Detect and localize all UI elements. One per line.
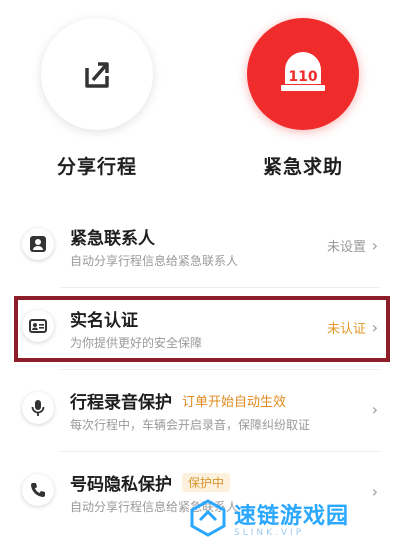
item-subtitle: 为你提供更好的安全保障: [70, 336, 203, 350]
chevron-right-icon: ›: [371, 236, 378, 255]
safety-settings-list: 紧急联系人 自动分享行程信息给紧急联系人 未设置 › 实名认证 为你提供更好的安…: [0, 206, 400, 534]
sos-110-icon: 110: [281, 52, 325, 91]
contact-icon: [22, 228, 54, 260]
chevron-right-icon: ›: [371, 400, 378, 419]
share-trip-button[interactable]: 分享行程: [32, 0, 162, 179]
item-status: 未设置: [326, 240, 366, 255]
watermark-logo-icon: [190, 499, 226, 537]
phone-icon: [22, 474, 54, 506]
title-row: 实名认证: [70, 306, 370, 331]
item-title: 紧急联系人: [70, 228, 155, 249]
top-actions: 分享行程 110 紧急求助: [0, 0, 400, 200]
item-title: 号码隐私保护: [70, 474, 172, 495]
watermark: 速链游戏园 SLINK.VIP: [188, 496, 388, 540]
item-subtitle: 自动分享行程信息给紧急联系人: [70, 254, 239, 268]
title-row: 行程录音保护 订单开始自动生效: [70, 388, 370, 413]
share-icon: [85, 62, 109, 88]
title-row: 号码隐私保护 保护中: [70, 470, 370, 495]
list-item-trip-recording[interactable]: 行程录音保护 订单开始自动生效 每次行程中，车辆会开启录音，保障纠纷取证 ›: [0, 370, 400, 452]
title-row: 紧急联系人: [70, 224, 370, 249]
emergency-help-label: 紧急求助: [262, 156, 343, 178]
emergency-help-button[interactable]: 110 紧急求助: [238, 0, 368, 179]
chevron-right-icon: ›: [371, 318, 378, 337]
list-item-emergency-contact[interactable]: 紧急联系人 自动分享行程信息给紧急联系人 未设置 ›: [0, 206, 400, 288]
watermark-text: 速链游戏园 SLINK.VIP: [234, 498, 349, 538]
sos-circle[interactable]: 110: [247, 18, 359, 130]
share-circle[interactable]: [41, 18, 153, 130]
item-title: 行程录音保护: [70, 392, 172, 413]
sos-110-text: 110: [288, 69, 317, 85]
watermark-title: 速链游戏园: [234, 504, 350, 529]
share-trip-label: 分享行程: [56, 156, 137, 178]
item-tag: 订单开始自动生效: [182, 394, 287, 410]
microphone-icon: [22, 392, 54, 424]
list-item-real-name-verification[interactable]: 实名认证 为你提供更好的安全保障 未认证 ›: [0, 288, 400, 370]
protecting-badge: 保护中: [182, 472, 231, 492]
item-status: 未认证: [326, 322, 366, 337]
item-title: 实名认证: [70, 310, 138, 331]
id-card-icon: [22, 310, 54, 342]
item-subtitle: 每次行程中，车辆会开启录音，保障纠纷取证: [70, 418, 311, 432]
